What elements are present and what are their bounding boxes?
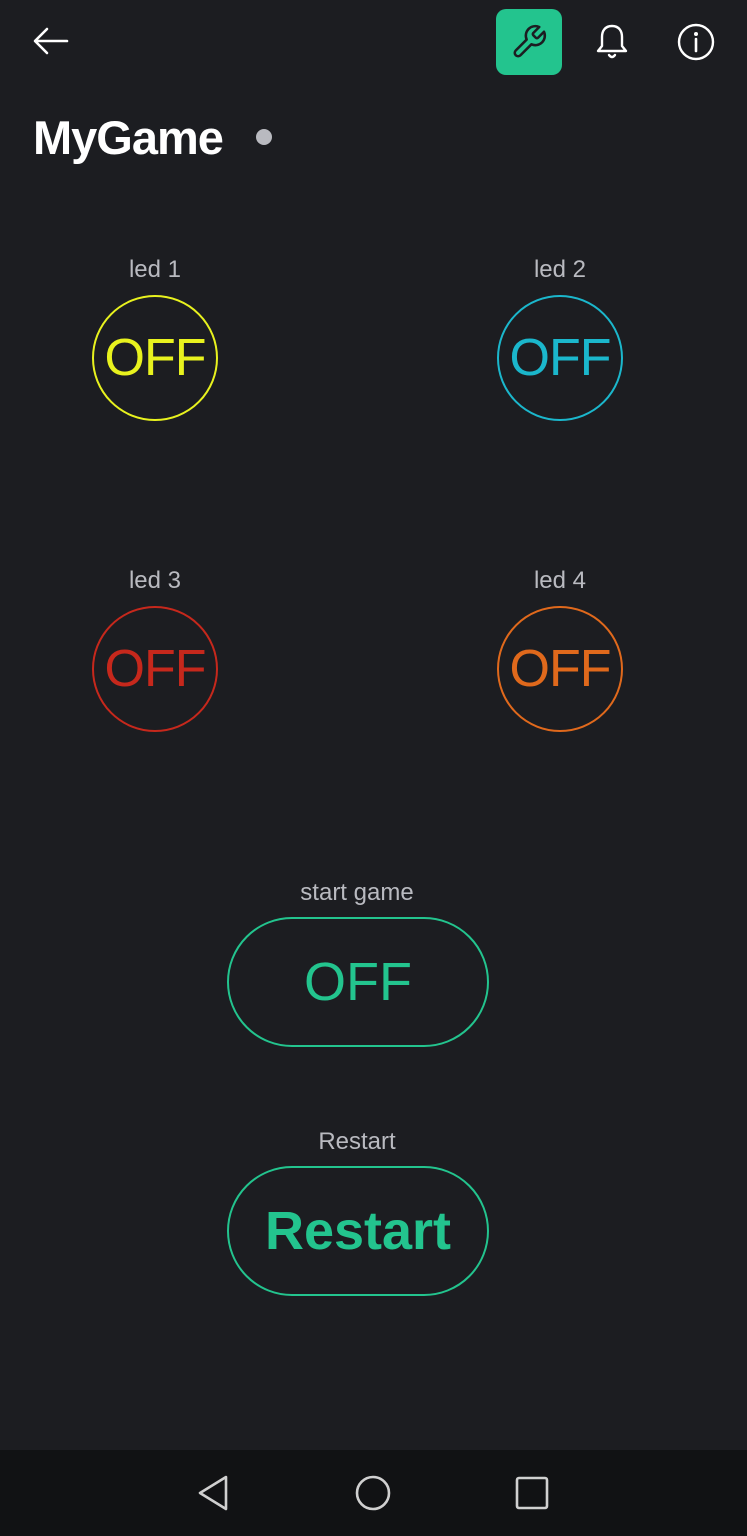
start-game-label: start game	[300, 879, 414, 906]
wrench-icon	[513, 24, 547, 58]
nav-home-button[interactable]	[343, 1463, 403, 1523]
led-1-button[interactable]: OFF	[92, 295, 218, 421]
system-navigation-bar	[0, 1450, 747, 1536]
start-game-state: OFF	[304, 952, 412, 1012]
back-arrow-icon	[33, 27, 69, 55]
notifications-button[interactable]	[584, 14, 640, 70]
start-game-button[interactable]: OFF	[227, 917, 489, 1047]
led-2-label: led 2	[533, 256, 587, 283]
led-1-state: OFF	[104, 329, 207, 387]
recents-square-icon	[515, 1476, 549, 1510]
back-button[interactable]	[22, 18, 80, 64]
info-button[interactable]	[668, 14, 724, 70]
led-1-label: led 1	[128, 256, 182, 283]
led-4-state: OFF	[509, 640, 612, 698]
led-3-state: OFF	[104, 640, 207, 698]
restart-button-text: Restart	[264, 1201, 452, 1261]
led-4-label: led 4	[533, 567, 587, 594]
back-triangle-icon	[198, 1475, 228, 1511]
led-2-state: OFF	[509, 329, 612, 387]
led-4-button[interactable]: OFF	[497, 606, 623, 732]
connection-status-dot	[256, 129, 272, 145]
nav-back-button[interactable]	[183, 1463, 243, 1523]
led-3-button[interactable]: OFF	[92, 606, 218, 732]
restart-button[interactable]: Restart	[227, 1166, 489, 1296]
restart-label: Restart	[318, 1128, 396, 1155]
info-icon	[677, 23, 715, 61]
page-title: MyGame	[33, 111, 224, 164]
nav-recents-button[interactable]	[502, 1463, 562, 1523]
led-2-button[interactable]: OFF	[497, 295, 623, 421]
led-3-label: led 3	[128, 567, 182, 594]
settings-wrench-button[interactable]	[496, 9, 562, 75]
home-circle-icon	[355, 1475, 391, 1511]
bell-icon	[596, 24, 628, 59]
